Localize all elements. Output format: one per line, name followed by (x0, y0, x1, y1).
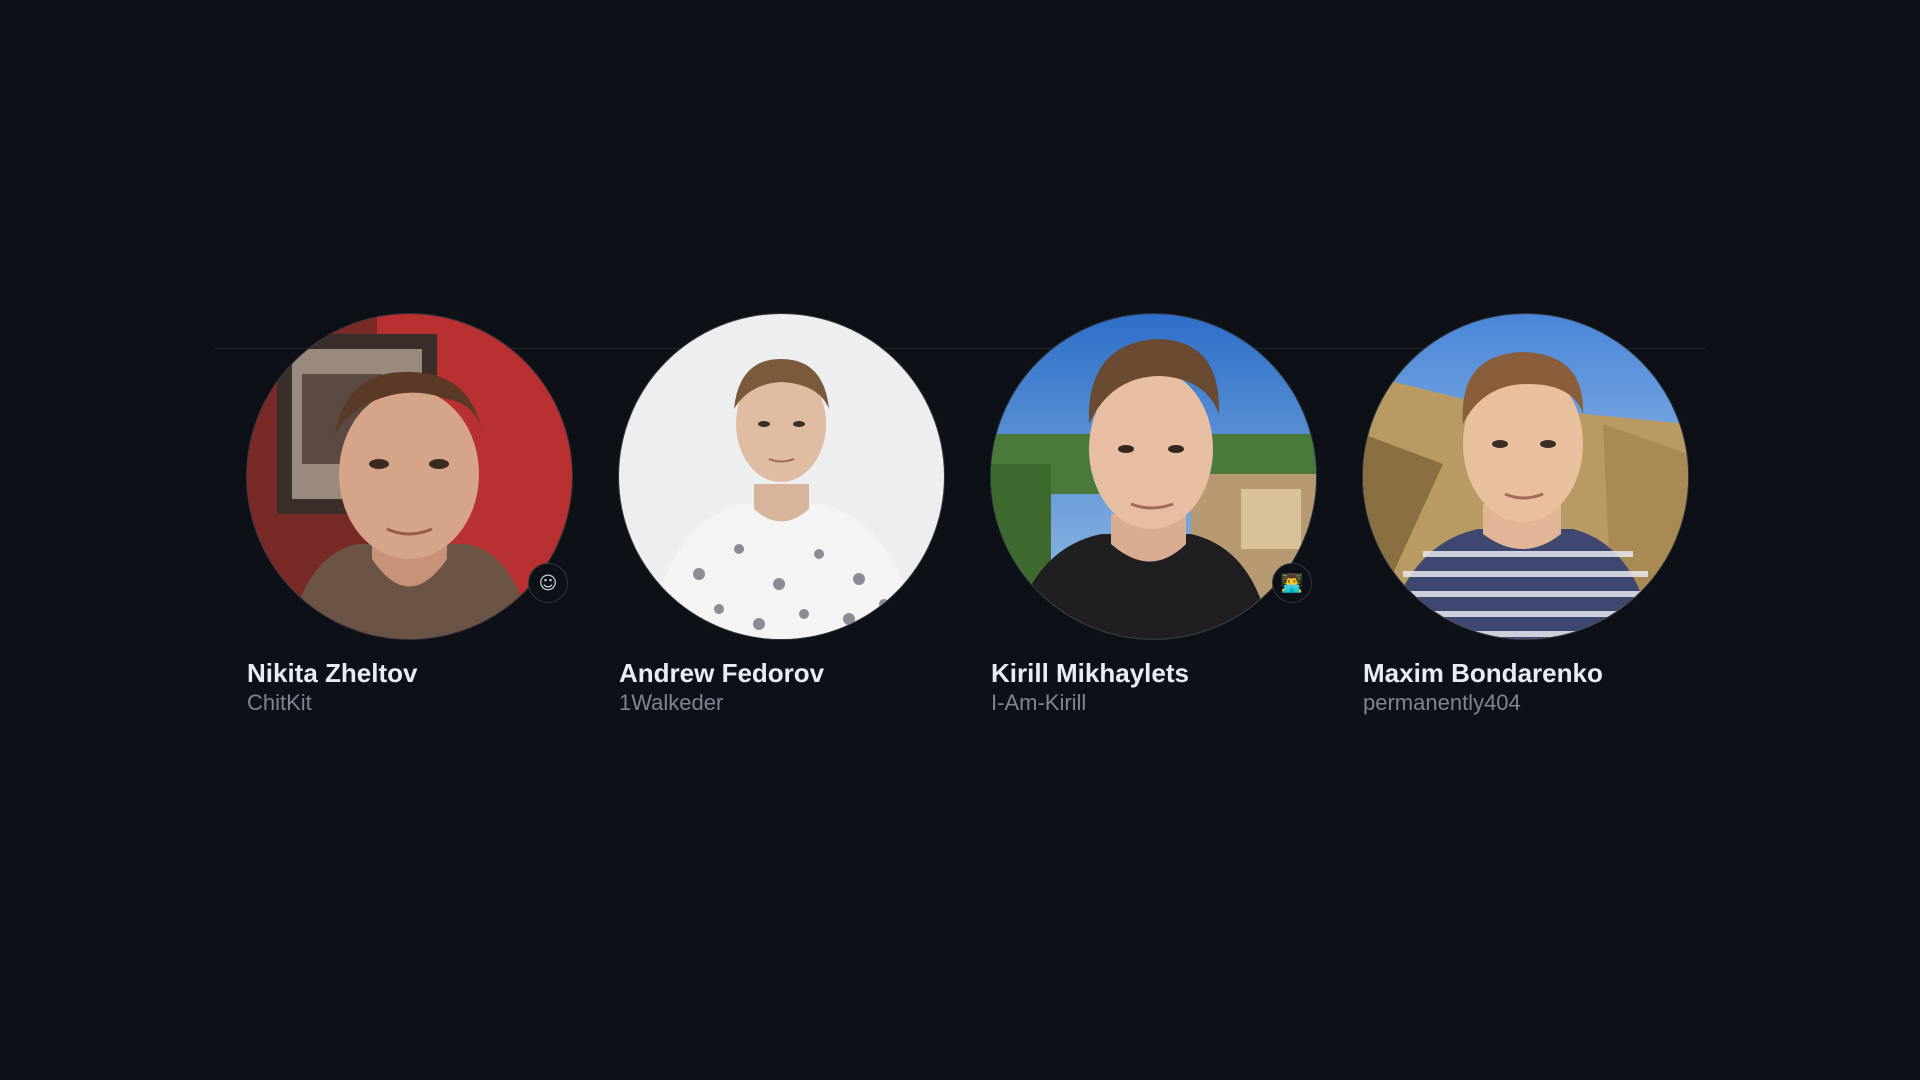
person-login[interactable]: ChitKit (247, 689, 572, 717)
person-card-nikita[interactable]: ☺ Nikita Zheltov ChitKit (247, 314, 572, 717)
person-login[interactable]: permanently404 (1363, 689, 1688, 717)
status-emoji-button[interactable]: 👨‍💻 (1272, 563, 1312, 603)
avatar-wrapper: 👨‍💻 (991, 314, 1316, 639)
person-name: Nikita Zheltov (247, 658, 418, 688)
contributors-section: ☺ Nikita Zheltov ChitKit Andrew Fedorov … (0, 0, 1920, 1080)
person-card-andrew[interactable]: Andrew Fedorov 1Walkeder (619, 314, 944, 717)
person-card-maxim[interactable]: Maxim Bondarenko permanently404 (1363, 314, 1688, 717)
avatar-photo-andrew (619, 314, 944, 639)
avatar-wrapper: ☺ (247, 314, 572, 639)
avatar-photo-maxim (1363, 314, 1688, 639)
person-login[interactable]: 1Walkeder (619, 689, 944, 717)
avatar-wrapper (619, 314, 944, 639)
avatar-wrapper (1363, 314, 1688, 639)
avatar[interactable] (247, 314, 572, 639)
avatar[interactable] (991, 314, 1316, 639)
technologist-icon: 👨‍💻 (1280, 572, 1304, 594)
person-card-kirill[interactable]: 👨‍💻 Kirill Mikhaylets I-Am-Kirill (991, 314, 1316, 717)
avatar[interactable] (1363, 314, 1688, 639)
avatar-photo-kirill (991, 314, 1316, 639)
person-name: Maxim Bondarenko (1363, 658, 1603, 688)
smiley-icon: ☺ (538, 572, 558, 594)
people-list: ☺ Nikita Zheltov ChitKit Andrew Fedorov … (247, 314, 1688, 717)
person-login[interactable]: I-Am-Kirill (991, 689, 1316, 717)
status-emoji-button[interactable]: ☺ (528, 563, 568, 603)
person-name: Andrew Fedorov (619, 658, 825, 688)
person-name: Kirill Mikhaylets (991, 658, 1189, 688)
avatar-photo-nikita (247, 314, 572, 639)
avatar[interactable] (619, 314, 944, 639)
